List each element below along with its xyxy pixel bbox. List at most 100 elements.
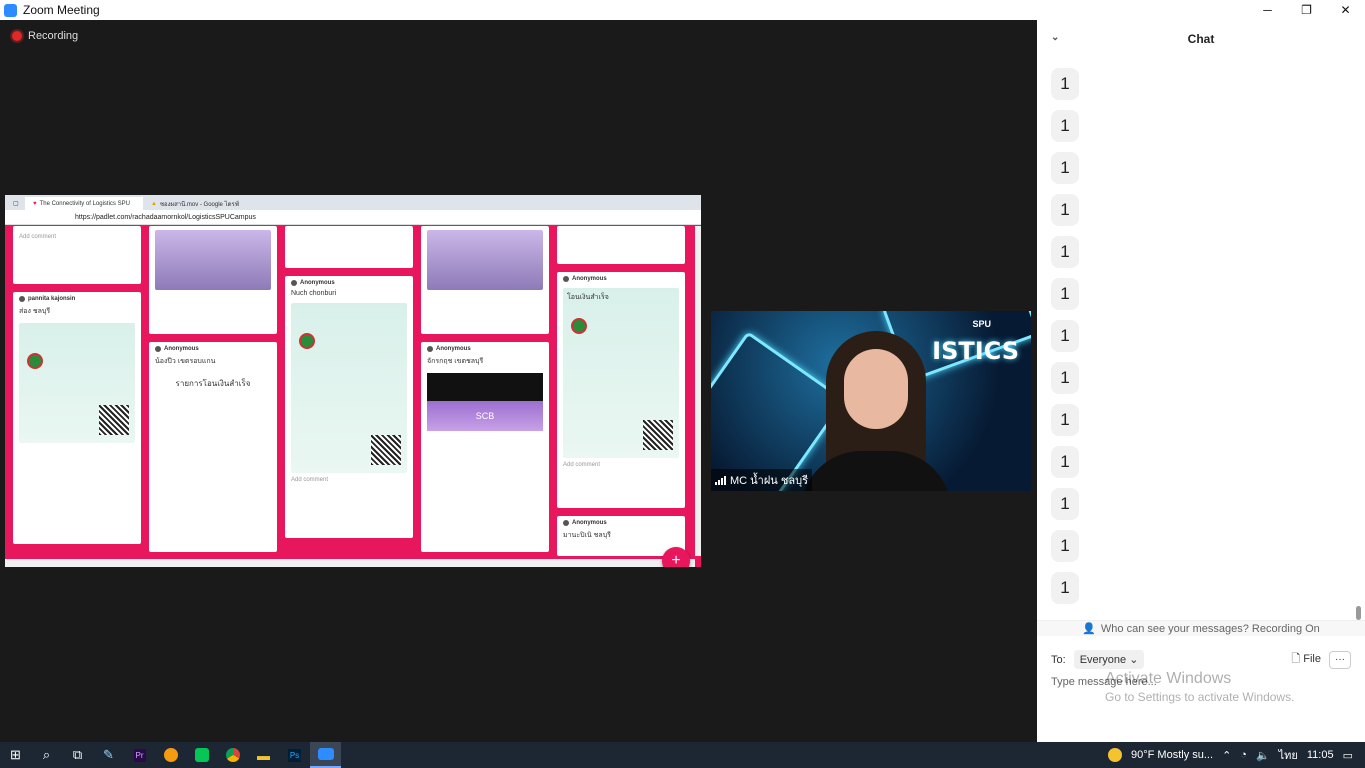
window-title: Zoom Meeting xyxy=(23,3,100,17)
padlet-card[interactable]: Anonymous โอนเงินสำเร็จ Add comment xyxy=(557,271,685,509)
qr-code-icon xyxy=(371,435,401,465)
brand-logo: SPU xyxy=(972,319,991,329)
qr-code-icon xyxy=(99,405,129,435)
card-title: น้องปีว เขตรอบแกน xyxy=(155,358,216,365)
chat-message[interactable]: 1 xyxy=(1051,488,1079,520)
card-banner-image xyxy=(427,230,543,290)
to-label: To: xyxy=(1051,653,1066,666)
scb-banner: SCB xyxy=(427,401,543,431)
chrome-icon[interactable] xyxy=(217,742,248,768)
chevron-up-icon[interactable]: ⌃ xyxy=(1222,749,1231,762)
scrollbar-thumb[interactable] xyxy=(1356,606,1361,620)
network-icon[interactable]: ◔ xyxy=(1240,749,1247,761)
chat-message[interactable]: 1 xyxy=(1051,446,1079,478)
zoom-taskbar-icon[interactable] xyxy=(310,742,341,768)
card-title: มานะปิเนิ ชลบุรี xyxy=(563,532,611,540)
padlet-column: Anonymous น้องปีว เขตรอบแกน รายการโอนเงิ… xyxy=(149,226,277,556)
chat-title: Chat xyxy=(1187,32,1215,46)
chat-message[interactable]: 1 xyxy=(1051,152,1079,184)
card-author: Anonymous xyxy=(155,346,271,352)
chat-message[interactable]: 1 xyxy=(1051,530,1079,562)
browser-tabs: ▢ ♥ The Connectivity of Logistics SPU ▲ ซอ… xyxy=(5,195,701,210)
chat-message[interactable]: 1 xyxy=(1051,320,1079,352)
chat-message[interactable]: 1 xyxy=(1051,236,1079,268)
browser-tab-padlet[interactable]: ♥ The Connectivity of Logistics SPU xyxy=(25,197,143,210)
slip-title: โอนเงินสำเร็จ xyxy=(567,293,609,301)
language-indicator[interactable]: ไทย xyxy=(1279,746,1298,764)
start-icon[interactable]: ⊞ xyxy=(0,742,31,768)
padlet-card[interactable] xyxy=(285,226,413,268)
padlet-card[interactable] xyxy=(421,226,549,334)
paint-icon[interactable]: ✎ xyxy=(93,742,124,768)
chat-message[interactable]: 1 xyxy=(1051,110,1079,142)
chat-message[interactable]: 1 xyxy=(1051,362,1079,394)
windows-taskbar: ⊞ ⌕ ⧉ ✎ Pr ▬ Ps 90°F Mostly su... ⌃ ◔ 🔈 … xyxy=(0,742,1365,768)
clock[interactable]: 11:05 xyxy=(1307,749,1334,761)
chat-scrollbar[interactable] xyxy=(1356,60,1361,620)
padlet-column: Anonymous จักรกฤช เขตชลบุรี SCB xyxy=(421,226,549,556)
padlet-card[interactable]: Add comment xyxy=(13,226,141,284)
recording-label: Recording xyxy=(28,30,79,42)
zoom-app-icon xyxy=(4,3,17,17)
padlet-card[interactable] xyxy=(149,226,277,334)
chat-panel: ⌄ Chat 1 1 1 1 1 1 1 1 1 1 1 1 1 👤 Who c… xyxy=(1037,20,1365,742)
padlet-card[interactable]: Anonymous Nuch chonburi Add comment xyxy=(285,276,413,538)
participant-name-tag: MC น้ำฝน ชลบุรี xyxy=(711,469,812,491)
app-icon-orange[interactable] xyxy=(155,742,186,768)
bank-logo-icon xyxy=(299,333,315,349)
browser-vertical-scrollbar[interactable] xyxy=(695,226,701,556)
chat-message[interactable]: 1 xyxy=(1051,278,1079,310)
chat-message[interactable]: 1 xyxy=(1051,404,1079,436)
bank-logo-icon xyxy=(27,353,43,369)
meeting-area: Recording ▢ ♥ The Connectivity of Logisti… xyxy=(0,20,1037,742)
photoshop-icon[interactable]: Ps xyxy=(279,742,310,768)
bank-logo-icon xyxy=(571,317,587,334)
chat-message[interactable]: 1 xyxy=(1051,194,1079,226)
card-comment[interactable]: Add comment xyxy=(291,477,407,483)
chevron-down-icon[interactable]: ⌄ xyxy=(1051,32,1059,43)
file-explorer-icon[interactable]: ▬ xyxy=(248,742,279,768)
card-title: ส่อง ชลบุรี xyxy=(19,308,51,315)
recipient-select[interactable]: Everyone ⌄ xyxy=(1073,650,1145,669)
participant-video[interactable]: SPU ISTICS MC น้ำฝน ชลบุรี xyxy=(711,311,1031,491)
browser-tab-drive[interactable]: ▲ ซองผสานี.mov - Google ไดรฟ์ xyxy=(143,197,261,210)
close-button[interactable]: ✕ xyxy=(1326,0,1365,20)
address-bar[interactable]: https://padlet.com/rachadaamornkol/Logis… xyxy=(75,214,256,221)
line-icon[interactable] xyxy=(186,742,217,768)
padlet-card[interactable] xyxy=(557,226,685,264)
recipient-row: To: Everyone ⌄ 🗋 File ··· xyxy=(1051,650,1351,669)
padlet-card[interactable]: Anonymous จักรกฤช เขตชลบุรี SCB xyxy=(421,342,549,552)
card-author: Anonymous xyxy=(563,520,679,526)
chat-message[interactable]: 1 xyxy=(1051,572,1079,604)
volume-icon[interactable]: 🔈 xyxy=(1256,749,1270,762)
privacy-notice[interactable]: 👤 Who can see your messages? Recording O… xyxy=(1037,620,1365,636)
premiere-icon[interactable]: Pr xyxy=(124,742,155,768)
search-icon[interactable]: ⌕ xyxy=(31,742,62,768)
maximize-button[interactable]: ❐ xyxy=(1287,0,1326,20)
card-comment[interactable]: Add comment xyxy=(563,462,679,468)
signal-strength-icon xyxy=(715,475,726,485)
file-button[interactable]: 🗋 File xyxy=(1291,650,1321,669)
card-comment[interactable]: Add comment xyxy=(19,234,135,240)
padlet-card[interactable]: Anonymous น้องปีว เขตรอบแกน รายการโอนเงิ… xyxy=(149,342,277,552)
shared-screen: ▢ ♥ The Connectivity of Logistics SPU ▲ ซอ… xyxy=(5,195,701,567)
card-author: Anonymous xyxy=(427,346,543,352)
browser-horizontal-scrollbar[interactable] xyxy=(5,559,695,567)
tab-label: ซองผสานี.mov - Google ไดรฟ์ xyxy=(159,201,239,208)
notifications-icon[interactable]: ▭ xyxy=(1343,749,1353,762)
qr-code-icon xyxy=(643,419,673,450)
add-post-button[interactable]: + xyxy=(662,547,690,567)
chat-message[interactable]: 1 xyxy=(1051,68,1079,100)
card-title: จักรกฤช เขตชลบุรี xyxy=(427,358,484,365)
padlet-column: Add comment pannita kajonsin ส่อง ชลบุรี xyxy=(13,226,141,556)
padlet-card[interactable]: pannita kajonsin ส่อง ชลบุรี xyxy=(13,292,141,544)
weather-text[interactable]: 90°F Mostly su... xyxy=(1131,749,1213,761)
recipient-value: Everyone xyxy=(1079,654,1127,666)
window-titlebar: Zoom Meeting ─ ❐ ✕ xyxy=(0,0,1365,20)
watermark-title: Activate Windows xyxy=(1105,670,1232,687)
minimize-button[interactable]: ─ xyxy=(1248,0,1287,20)
task-view-icon[interactable]: ⧉ xyxy=(62,742,93,768)
recording-indicator[interactable]: Recording xyxy=(12,30,78,42)
browser-tab-icon: ▢ xyxy=(13,201,19,207)
more-options-button[interactable]: ··· xyxy=(1329,650,1351,669)
